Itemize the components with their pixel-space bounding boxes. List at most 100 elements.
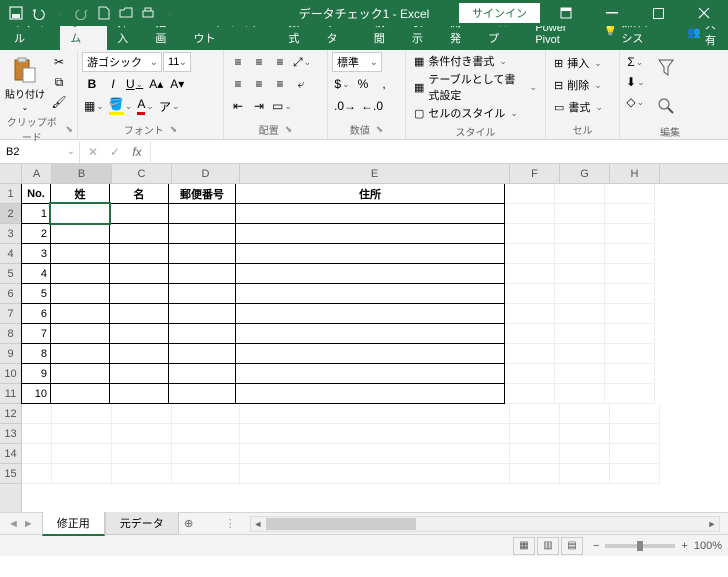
percent-format-icon[interactable]: % — [353, 74, 373, 94]
row-header[interactable]: 12 — [0, 404, 21, 424]
cell[interactable] — [50, 203, 110, 224]
cell[interactable] — [22, 444, 52, 464]
clear-button[interactable]: ◇ — [624, 92, 647, 112]
autosum-button[interactable]: Σ — [624, 52, 647, 72]
font-size-select[interactable]: 11 — [163, 52, 191, 72]
decrease-font-icon[interactable]: A▾ — [167, 74, 187, 94]
undo-dropdown[interactable] — [50, 2, 70, 24]
cell[interactable] — [109, 303, 169, 324]
cell[interactable] — [555, 224, 605, 244]
hscroll-right-icon[interactable]: ► — [705, 517, 719, 531]
cell[interactable] — [168, 243, 236, 264]
align-right-icon[interactable]: ≡ — [270, 74, 290, 94]
cell[interactable] — [109, 363, 169, 384]
cell[interactable] — [50, 223, 110, 244]
cell[interactable] — [109, 383, 169, 404]
cell[interactable] — [560, 464, 610, 484]
cell[interactable] — [510, 444, 560, 464]
insert-cells-button[interactable]: ⊞挿入 — [550, 52, 606, 74]
accounting-format-icon[interactable]: $ — [332, 74, 352, 94]
qat-customize[interactable] — [160, 2, 180, 24]
open-icon[interactable] — [116, 2, 136, 24]
increase-indent-icon[interactable]: ⇥ — [249, 96, 269, 116]
cell[interactable] — [52, 464, 112, 484]
cell[interactable] — [555, 264, 605, 284]
undo-icon[interactable] — [28, 2, 48, 24]
cell[interactable] — [505, 204, 555, 224]
cell[interactable] — [22, 464, 52, 484]
fill-color-button[interactable]: 🪣 — [107, 96, 135, 116]
cell[interactable] — [610, 424, 660, 444]
cell[interactable]: 5 — [21, 283, 51, 304]
cell-styles-button[interactable]: ▢セルのスタイル — [410, 104, 522, 122]
number-format-select[interactable]: 標準 — [332, 52, 382, 72]
row-header[interactable]: 6 — [0, 284, 21, 304]
cell[interactable] — [605, 264, 655, 284]
cell[interactable] — [555, 304, 605, 324]
minimize-button[interactable] — [592, 0, 632, 26]
hscroll-left-icon[interactable]: ◄ — [251, 517, 265, 531]
cell[interactable]: 6 — [21, 303, 51, 324]
cell[interactable] — [610, 444, 660, 464]
font-color-button[interactable]: A — [135, 96, 156, 116]
row-header[interactable]: 8 — [0, 324, 21, 344]
column-header[interactable]: A — [22, 164, 52, 183]
row-header[interactable]: 7 — [0, 304, 21, 324]
cell[interactable] — [605, 364, 655, 384]
format-painter-icon[interactable]: 🖌 — [49, 92, 69, 112]
new-file-icon[interactable] — [94, 2, 114, 24]
sheet-nav-next[interactable]: ► — [23, 518, 34, 530]
cell[interactable] — [235, 323, 505, 344]
sheet-tab-active[interactable]: 修正用 — [42, 512, 105, 536]
cell[interactable] — [50, 243, 110, 264]
cell[interactable] — [50, 363, 110, 384]
cell[interactable] — [109, 283, 169, 304]
cell[interactable] — [22, 424, 52, 444]
cell[interactable] — [240, 404, 510, 424]
close-button[interactable] — [684, 0, 724, 26]
cell[interactable] — [235, 223, 505, 244]
cell[interactable]: 住所 — [235, 184, 505, 204]
cell[interactable] — [168, 283, 236, 304]
cell[interactable] — [50, 323, 110, 344]
cell[interactable] — [555, 204, 605, 224]
cell[interactable] — [605, 204, 655, 224]
signin-button[interactable]: サインイン — [459, 3, 540, 23]
cell[interactable] — [112, 464, 172, 484]
select-all-triangle[interactable] — [0, 164, 22, 183]
cell[interactable] — [235, 303, 505, 324]
insert-function-icon[interactable]: fx — [126, 141, 148, 163]
cell[interactable]: 8 — [21, 343, 51, 364]
align-left-icon[interactable]: ≡ — [228, 74, 248, 94]
cell[interactable] — [505, 264, 555, 284]
cell[interactable] — [605, 244, 655, 264]
hscroll-thumb[interactable] — [266, 518, 416, 530]
cell[interactable] — [555, 364, 605, 384]
cell[interactable] — [172, 464, 240, 484]
paste-button[interactable]: 貼り付け ⌄ — [4, 52, 46, 112]
cell[interactable] — [50, 263, 110, 284]
cell[interactable] — [605, 304, 655, 324]
cell[interactable] — [505, 184, 555, 204]
cell[interactable] — [50, 383, 110, 404]
cell[interactable] — [109, 223, 169, 244]
row-header[interactable]: 9 — [0, 344, 21, 364]
cell[interactable] — [505, 244, 555, 264]
row-header[interactable]: 11 — [0, 384, 21, 404]
cell[interactable] — [505, 364, 555, 384]
page-layout-view-icon[interactable]: ▥ — [537, 537, 559, 555]
cell[interactable] — [560, 444, 610, 464]
sheet-nav-prev[interactable]: ◄ — [8, 518, 19, 530]
cell[interactable] — [610, 404, 660, 424]
new-sheet-button[interactable]: ⊕ — [179, 517, 199, 530]
increase-decimal-icon[interactable]: .0→ — [332, 96, 358, 116]
column-header[interactable]: H — [610, 164, 660, 183]
cell[interactable]: 1 — [21, 203, 51, 224]
cell[interactable] — [235, 363, 505, 384]
bold-button[interactable]: B — [82, 74, 102, 94]
cell[interactable] — [510, 404, 560, 424]
cell[interactable]: 3 — [21, 243, 51, 264]
cell[interactable] — [605, 184, 655, 204]
normal-view-icon[interactable]: ▦ — [513, 537, 535, 555]
cell[interactable] — [510, 424, 560, 444]
